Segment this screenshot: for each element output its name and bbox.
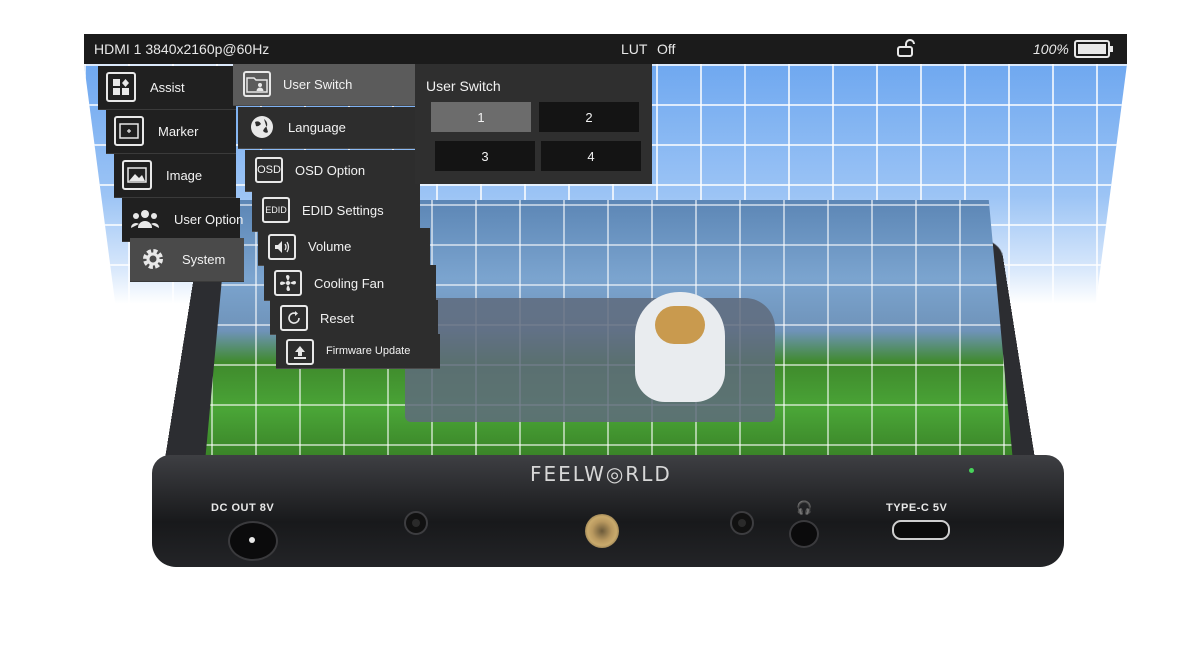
menu-item-label: System bbox=[182, 252, 226, 267]
submenu-item-label: Firmware Update bbox=[326, 345, 411, 357]
gear-icon bbox=[138, 244, 168, 274]
fan-icon bbox=[274, 270, 302, 296]
submenu-item-label: Language bbox=[288, 120, 346, 135]
menu-item-marker[interactable]: Marker bbox=[106, 110, 236, 154]
user-1-button[interactable]: 1 bbox=[431, 102, 531, 132]
lut-label: LUT bbox=[621, 41, 648, 57]
power-led bbox=[969, 468, 974, 473]
headphone-port bbox=[789, 520, 819, 548]
astronaut-figure bbox=[635, 292, 725, 402]
submenu-item-label: Volume bbox=[308, 239, 352, 254]
submenu-item-volume[interactable]: Volume bbox=[258, 228, 430, 266]
menu-item-label: Image bbox=[166, 168, 203, 183]
image-icon bbox=[122, 160, 152, 190]
submenu-item-label: Reset bbox=[320, 311, 354, 326]
battery-icon bbox=[1074, 39, 1114, 59]
submenu-item-language[interactable]: Language bbox=[238, 107, 420, 149]
screw-left bbox=[404, 511, 428, 535]
screw-right bbox=[730, 511, 754, 535]
menu-item-system[interactable]: System bbox=[130, 238, 244, 282]
user-4-button[interactable]: 4 bbox=[541, 141, 641, 171]
edid-icon: EDID bbox=[262, 197, 290, 223]
unlock-icon[interactable] bbox=[896, 39, 916, 57]
user-switch-panel: User Switch 1 2 3 4 bbox=[415, 64, 652, 184]
submenu-item-cooling-fan[interactable]: Cooling Fan bbox=[264, 265, 436, 301]
submenu-item-firmware-update[interactable]: Firmware Update bbox=[276, 334, 440, 369]
type-c-port bbox=[892, 520, 950, 540]
menu-item-label: Marker bbox=[158, 124, 199, 139]
submenu-item-osd-option[interactable]: OSD OSD Option bbox=[245, 150, 420, 192]
brand-logo: FEELW◎RLD bbox=[530, 462, 672, 486]
marker-icon bbox=[114, 116, 144, 146]
panel-title: User Switch bbox=[426, 78, 501, 94]
user-3-button[interactable]: 3 bbox=[435, 141, 535, 171]
submenu-item-user-switch[interactable]: User Switch bbox=[233, 64, 415, 106]
submenu-item-label: EDID Settings bbox=[302, 203, 384, 218]
folder-user-icon bbox=[243, 71, 271, 97]
user-2-button[interactable]: 2 bbox=[539, 102, 639, 132]
dc-out-label: DC OUT 8V bbox=[211, 502, 275, 514]
menu-item-assist[interactable]: Assist bbox=[98, 66, 236, 110]
battery-percent: 100% bbox=[1033, 41, 1069, 57]
input-signal: HDMI 1 3840x2160p@60Hz bbox=[94, 41, 270, 57]
submenu-item-label: User Switch bbox=[283, 77, 353, 92]
reset-icon bbox=[280, 305, 308, 331]
speaker-icon bbox=[268, 234, 296, 260]
type-c-label: TYPE-C 5V bbox=[886, 502, 948, 514]
users-icon bbox=[130, 204, 160, 234]
menu-item-label: User Option bbox=[174, 212, 244, 227]
menu-item-label: Assist bbox=[150, 80, 185, 95]
tripod-mount bbox=[585, 514, 619, 548]
globe-icon bbox=[248, 114, 276, 140]
headphone-icon: 🎧 bbox=[796, 500, 813, 515]
assist-icon bbox=[106, 72, 136, 102]
dc-out-port bbox=[228, 521, 278, 561]
submenu-item-edid-settings[interactable]: EDID EDID Settings bbox=[252, 190, 420, 232]
submenu-item-label: Cooling Fan bbox=[314, 276, 385, 291]
submenu-item-label: OSD Option bbox=[295, 163, 366, 178]
menu-item-image[interactable]: Image bbox=[114, 154, 236, 198]
status-bar: HDMI 1 3840x2160p@60Hz LUT Off 100% bbox=[84, 34, 1127, 64]
osd-icon: OSD bbox=[255, 157, 283, 183]
lut-value: Off bbox=[657, 41, 676, 57]
menu-item-user-option[interactable]: User Option bbox=[122, 198, 244, 242]
submenu-item-reset[interactable]: Reset bbox=[270, 300, 438, 335]
upload-icon bbox=[286, 339, 314, 365]
